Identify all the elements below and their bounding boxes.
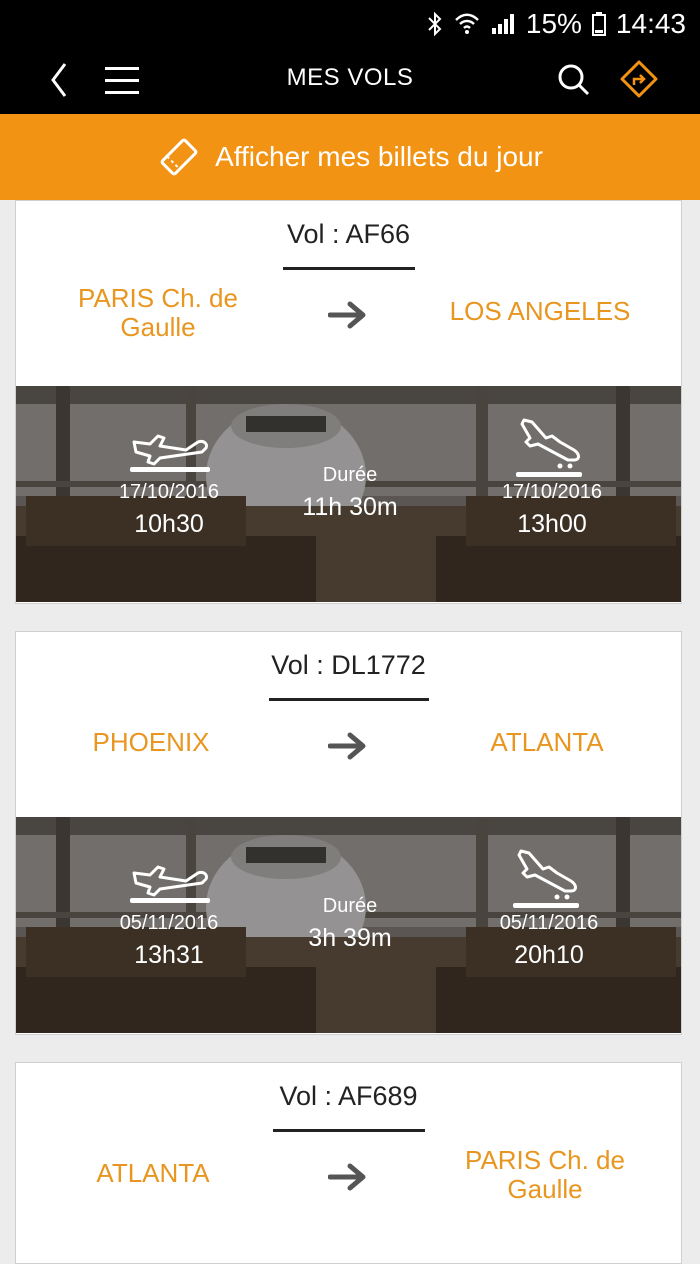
duration-label: Durée [322, 895, 378, 917]
landing-icon [516, 416, 586, 478]
flight-number-underline [269, 698, 429, 701]
flight-number: Vol : AF66 [286, 219, 411, 249]
departure-time: 10h30 [134, 510, 204, 538]
bluetooth-icon [428, 11, 442, 37]
flight-card[interactable]: Vol : AF66 PARIS Ch. de Gaulle LOS ANGEL… [15, 200, 682, 604]
arrow-right-icon [328, 732, 368, 760]
arrow-right-icon [328, 1163, 368, 1191]
search-button[interactable] [552, 58, 596, 102]
arrival-date: 05/11/2016 [499, 912, 599, 934]
duration-info: Durée 3h 39m [250, 895, 450, 953]
landing-icon [513, 847, 583, 909]
directions-icon [620, 60, 658, 98]
departure-info: 17/10/2016 10h30 [69, 481, 269, 539]
arrow-right-icon [328, 301, 368, 329]
flight-times-panel: 05/11/2016 13h31 Durée 3h 39m 05/11/2016… [16, 817, 681, 1033]
search-icon [558, 64, 590, 96]
battery-icon [591, 12, 606, 36]
flight-times-panel: 17/10/2016 10h30 Durée 11h 30m 17/10/201… [16, 386, 681, 602]
flight-card[interactable]: Vol : DL1772 PHOENIX ATLANTA 05/11/2016 … [15, 631, 682, 1035]
departure-city: PHOENIX [92, 727, 210, 757]
departure-date: 17/10/2016 [118, 481, 220, 503]
flight-number: Vol : DL1772 [271, 650, 426, 680]
arrival-city: PARIS Ch. de Gaulle [465, 1145, 625, 1204]
departure-info: 05/11/2016 13h31 [69, 912, 269, 970]
todays-tickets-banner[interactable]: Afficher mes billets du jour [0, 114, 700, 200]
flight-number: Vol : AF689 [279, 1081, 418, 1111]
wifi-icon [455, 13, 479, 34]
ticket-icon [160, 138, 198, 176]
signal-icon [491, 14, 514, 34]
departure-time: 13h31 [134, 941, 204, 969]
clock: 14:43 [615, 8, 686, 39]
arrival-city: LOS ANGELES [449, 296, 631, 326]
departure-city: ATLANTA [96, 1158, 210, 1188]
banner-label: Afficher mes billets du jour [215, 141, 543, 172]
departure-city: PARIS Ch. de Gaulle [78, 283, 238, 342]
directions-button[interactable] [616, 56, 662, 102]
flight-number-underline [283, 267, 415, 270]
takeoff-icon [128, 847, 212, 903]
app-bar: MES VOLS [0, 48, 700, 114]
status-icons: 15% 14:43 [426, 6, 686, 42]
arrival-time: 20h10 [514, 941, 584, 969]
arrival-info: 17/10/2016 13h00 [452, 481, 652, 539]
duration-label: Durée [322, 464, 378, 486]
arrival-city: ATLANTA [490, 727, 604, 757]
flight-card[interactable]: Vol : AF689 ATLANTA PARIS Ch. de Gaulle [15, 1062, 682, 1264]
departure-date: 05/11/2016 [119, 912, 219, 934]
flight-number-underline [273, 1129, 425, 1132]
duration-value: 11h 30m [302, 493, 398, 521]
arrival-info: 05/11/2016 20h10 [449, 912, 649, 970]
duration-info: Durée 11h 30m [250, 464, 450, 522]
duration-value: 3h 39m [308, 924, 392, 952]
takeoff-icon [128, 416, 212, 472]
arrival-date: 17/10/2016 [501, 481, 603, 503]
battery-percent: 15% [525, 8, 582, 39]
arrival-time: 13h00 [517, 510, 587, 538]
status-bar: 15% 14:43 [0, 0, 700, 48]
